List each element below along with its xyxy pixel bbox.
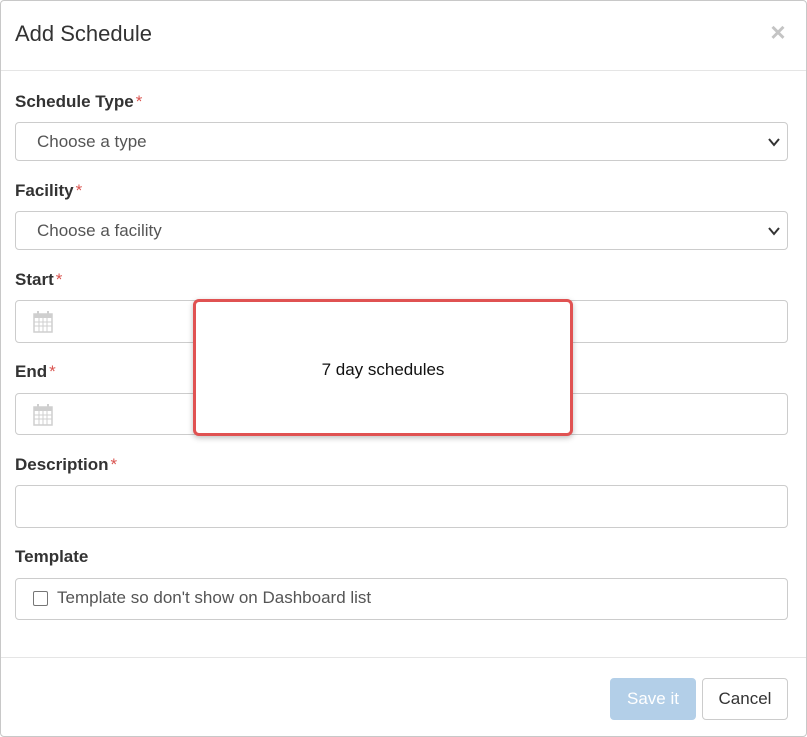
schedule-type-label: Schedule Type * — [15, 92, 142, 112]
required-marker: * — [110, 455, 118, 474]
facility-select[interactable]: Choose a facility — [15, 211, 788, 250]
schedule-type-select[interactable]: Choose a type — [15, 122, 788, 161]
facility-selected: Choose a facility — [37, 221, 162, 240]
template-label: Template — [15, 547, 88, 567]
description-input[interactable] — [15, 485, 788, 528]
start-label-text: Start — [15, 270, 54, 289]
info-popover: 7 day schedules — [193, 299, 573, 436]
required-marker: * — [75, 181, 83, 200]
start-label: Start * — [15, 270, 62, 290]
popover-text: 7 day schedules — [321, 360, 445, 379]
schedule-type-label-text: Schedule Type — [15, 92, 134, 111]
end-label: End * — [15, 362, 56, 382]
dialog-footer: Save it Cancel — [1, 657, 806, 737]
description-label: Description * — [15, 455, 117, 475]
chevron-down-icon — [768, 227, 780, 236]
chevron-down-icon — [768, 138, 780, 147]
save-button[interactable]: Save it — [610, 678, 696, 720]
dialog-title: Add Schedule — [15, 21, 152, 46]
required-marker: * — [49, 362, 56, 381]
facility-label-text: Facility — [15, 181, 74, 200]
template-checkbox-label[interactable]: Template so don't show on Dashboard list — [57, 588, 371, 608]
end-label-text: End — [15, 362, 48, 381]
required-marker: * — [135, 92, 143, 111]
calendar-icon — [33, 311, 53, 333]
dialog-header: Add Schedule × — [1, 1, 806, 71]
close-icon[interactable]: × — [765, 19, 791, 45]
description-label-text: Description — [15, 455, 109, 474]
template-checkbox[interactable] — [33, 591, 48, 606]
template-checkbox-group: Template so don't show on Dashboard list — [15, 578, 788, 620]
template-label-text: Template — [15, 547, 89, 566]
calendar-icon — [33, 404, 53, 426]
schedule-type-selected: Choose a type — [37, 132, 147, 151]
required-marker: * — [55, 270, 63, 289]
facility-label: Facility * — [15, 181, 82, 201]
cancel-button[interactable]: Cancel — [702, 678, 788, 720]
add-schedule-dialog: Add Schedule × Schedule Type * Choose a t… — [0, 0, 807, 737]
